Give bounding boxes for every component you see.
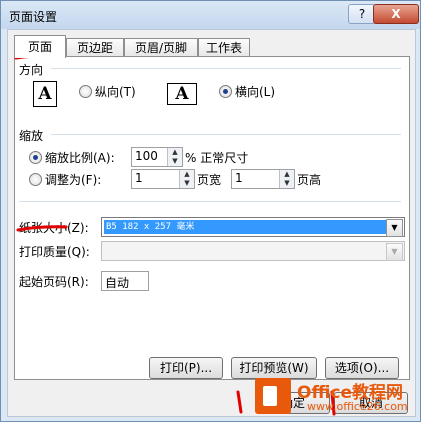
office-logo-icon (255, 378, 291, 414)
tab-page[interactable]: 页面 (14, 35, 66, 58)
watermark-url: www.office26.com (307, 400, 408, 413)
watermark-logo: Office教程网 www.office26.com (255, 378, 415, 418)
underline-paper-size-mark (16, 225, 68, 232)
annotation-marks (14, 54, 336, 416)
mark-left (236, 390, 243, 414)
